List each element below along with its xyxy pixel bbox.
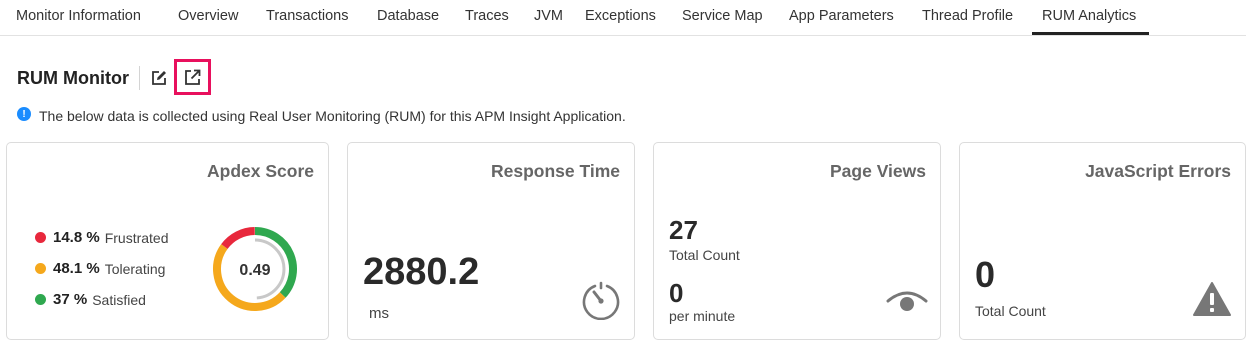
tolerating-value: 48.1 % xyxy=(53,260,100,277)
page-views-total: 27 xyxy=(669,215,698,245)
legend-frustrated: 14.8 % Frustrated xyxy=(35,229,169,246)
apdex-score-card: Apdex Score 14.8 % Frustrated 48.1 % Tol… xyxy=(6,142,329,340)
satisfied-label: Satisfied xyxy=(92,291,146,308)
satisfied-dot xyxy=(35,294,46,305)
page-views-card: Page Views 27 Total Count 0 per minute xyxy=(653,142,941,340)
info-icon: ! xyxy=(17,107,31,121)
frustrated-label: Frustrated xyxy=(104,229,169,246)
tab-monitor-information[interactable]: Monitor Information xyxy=(8,0,149,35)
speedometer-icon xyxy=(582,281,620,320)
edit-icon[interactable] xyxy=(148,67,170,89)
tolerating-label: Tolerating xyxy=(104,260,166,277)
javascript-errors-value: 0 xyxy=(975,254,996,295)
tolerating-dot xyxy=(35,263,46,274)
info-text: The below data is collected using Real U… xyxy=(39,108,626,124)
tab-thread-profile[interactable]: Thread Profile xyxy=(914,0,1021,35)
external-link-button[interactable] xyxy=(174,59,211,95)
apdex-score-value: 0.49 xyxy=(239,262,270,279)
page-views-rate: 0 xyxy=(669,278,684,308)
tab-jvm[interactable]: JVM xyxy=(526,0,571,35)
javascript-errors-label: Total Count xyxy=(975,303,1046,319)
legend-tolerating: 48.1 % Tolerating xyxy=(35,260,165,277)
tab-database[interactable]: Database xyxy=(369,0,447,35)
external-link-icon xyxy=(185,69,201,85)
satisfied-value: 37 % xyxy=(53,291,88,308)
warning-icon xyxy=(1193,282,1231,316)
page-views-rate-label: per minute xyxy=(669,308,736,324)
tab-transactions[interactable]: Transactions xyxy=(258,0,356,35)
response-time-value: 2880.2 xyxy=(363,251,480,293)
info-message: ! The below data is collected using Real… xyxy=(17,107,626,124)
tab-bar: Monitor Information Overview Transaction… xyxy=(0,0,1246,36)
tab-overview[interactable]: Overview xyxy=(170,0,246,35)
frustrated-dot xyxy=(35,232,46,243)
title-divider xyxy=(138,66,140,90)
apdex-title: Apdex Score xyxy=(207,161,314,181)
response-time-unit: ms xyxy=(369,305,389,322)
tab-exceptions[interactable]: Exceptions xyxy=(577,0,664,35)
tab-traces[interactable]: Traces xyxy=(457,0,517,35)
javascript-errors-card: JavaScript Errors 0 Total Count xyxy=(959,142,1246,340)
donut-segment-frustrated xyxy=(221,227,256,250)
response-time-title: Response Time xyxy=(490,161,620,181)
page-views-total-label: Total Count xyxy=(669,247,740,263)
tab-rum-analytics[interactable]: RUM Analytics xyxy=(1032,0,1149,35)
response-time-card: Response Time 2880.2 ms xyxy=(347,142,635,340)
frustrated-value: 14.8 % xyxy=(53,229,100,246)
page-views-title: Page Views xyxy=(830,161,926,181)
eye-icon xyxy=(886,291,928,311)
legend-satisfied: 37 % Satisfied xyxy=(35,291,146,308)
tab-service-map[interactable]: Service Map xyxy=(674,0,771,35)
apdex-donut-chart: 0.49 xyxy=(213,227,297,311)
javascript-errors-title: JavaScript Errors xyxy=(1085,161,1231,181)
page-header: RUM Monitor xyxy=(17,64,170,92)
page-title: RUM Monitor xyxy=(17,67,129,88)
tab-app-parameters[interactable]: App Parameters xyxy=(781,0,902,35)
